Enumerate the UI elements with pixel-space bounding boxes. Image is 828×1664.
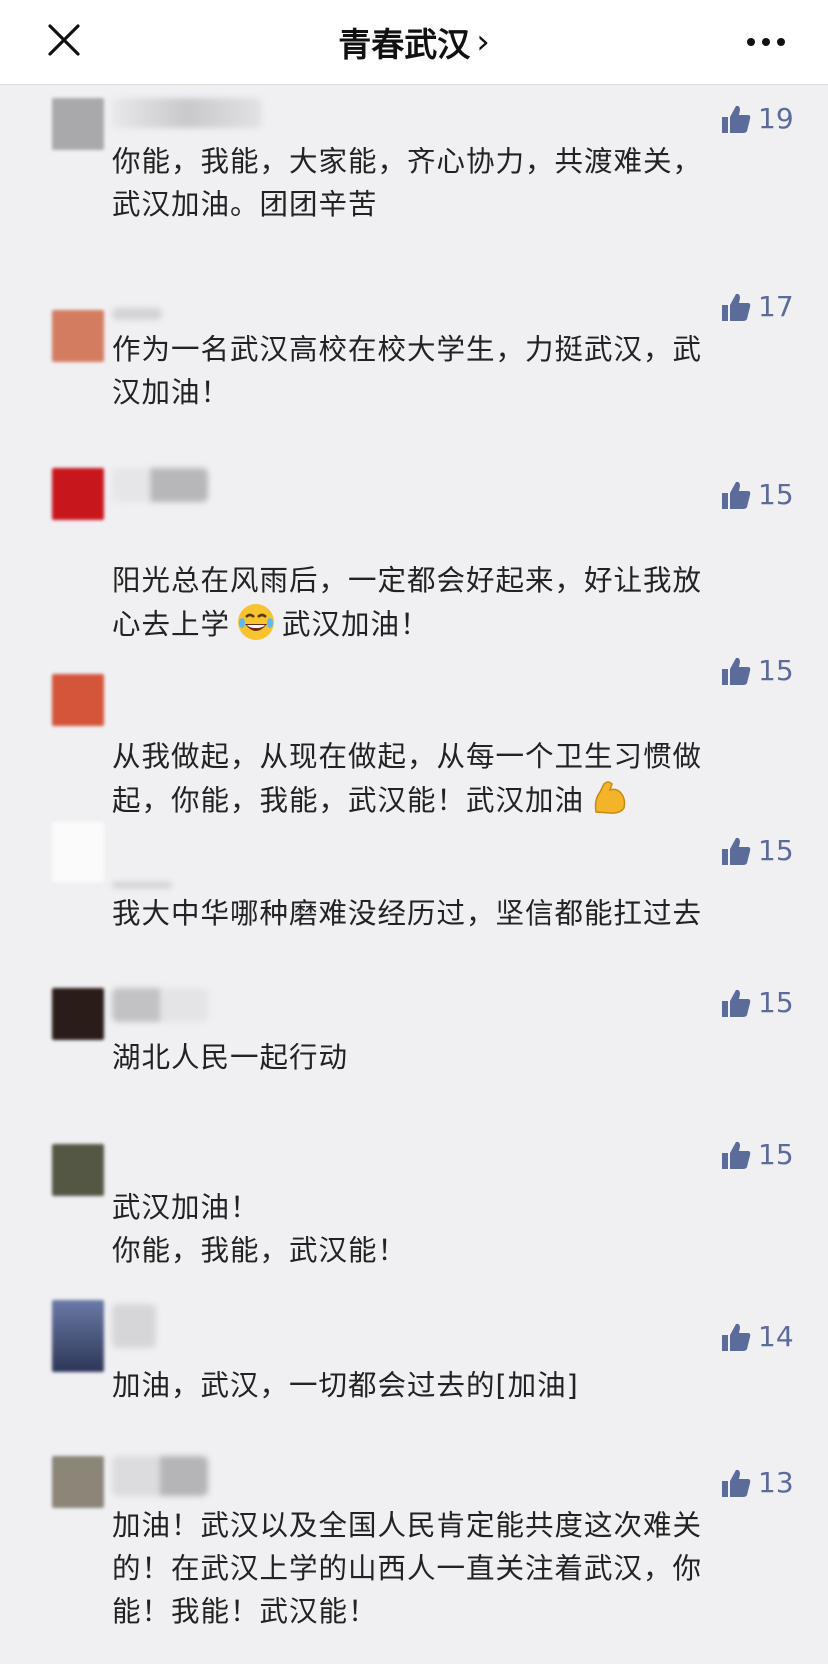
like-button[interactable]: 14 (720, 1320, 794, 1353)
thumbs-up-icon (722, 657, 751, 685)
avatar[interactable] (52, 1456, 104, 1508)
like-button[interactable]: 13 (720, 1466, 794, 1499)
username-blurred (112, 468, 208, 502)
username-blurred (112, 1304, 156, 1348)
like-count: 13 (758, 1466, 794, 1499)
thumbs-up-icon (722, 293, 751, 321)
like-count: 15 (758, 478, 794, 511)
thumbs-up-icon (722, 989, 751, 1017)
username-blurred (112, 988, 208, 1022)
comment-text: 你能，我能，大家能，齐心协力，共渡难关， 武汉加油。团团辛苦 (112, 145, 703, 221)
like-count: 15 (758, 654, 794, 687)
thumbs-up-icon (722, 1323, 751, 1351)
like-count: 17 (758, 290, 794, 323)
like-button[interactable]: 15 (720, 986, 794, 1019)
thumbs-up-icon (722, 1141, 751, 1169)
flexed-biceps-emoji-icon (594, 781, 626, 814)
thumbs-up-icon (722, 1469, 751, 1497)
more-icon[interactable] (742, 24, 790, 60)
like-button[interactable]: 19 (720, 102, 794, 135)
like-button[interactable]: 15 (720, 478, 794, 511)
avatar[interactable] (52, 468, 104, 520)
comment-text: 加油！武汉以及全国人民肯定能共度这次难关 的！在武汉上学的山西人一直关注着武汉，… (112, 1509, 703, 1628)
avatar[interactable] (52, 1144, 104, 1196)
like-count: 15 (758, 1138, 794, 1171)
like-count: 15 (758, 834, 794, 867)
like-count: 19 (758, 102, 794, 135)
avatar[interactable] (52, 988, 104, 1040)
comment-text: 武汉加油！ 你能，我能，武汉能！ (112, 1191, 408, 1267)
username-blurred (112, 882, 172, 888)
avatar[interactable] (52, 1300, 104, 1372)
comment-text: 从我做起，从现在做起，从每一个卫生习惯做 起，你能，我能，武汉能！武汉加油 (112, 740, 703, 817)
close-icon[interactable] (46, 22, 82, 58)
thumbs-up-icon (722, 481, 751, 509)
like-count: 14 (758, 1320, 794, 1353)
like-button[interactable]: 17 (720, 290, 794, 323)
username-blurred (112, 308, 162, 320)
username-blurred (112, 1456, 208, 1496)
chevron-right-icon: › (476, 22, 490, 62)
avatar[interactable] (52, 310, 104, 362)
avatar[interactable] (52, 674, 104, 726)
like-button[interactable]: 15 (720, 834, 794, 867)
comment-text: 作为一名武汉高校在校大学生，力挺武汉，武 汉加油！ (112, 333, 703, 409)
comment-text: 阳光总在风雨后，一定都会好起来，好让我放 心去上学 武汉加油！ (112, 564, 703, 641)
avatar[interactable] (52, 822, 104, 882)
like-button[interactable]: 15 (720, 654, 794, 687)
comment-text: 我大中华哪种磨难没经历过，坚信都能扛过去 (112, 897, 703, 930)
like-button[interactable]: 15 (720, 1138, 794, 1171)
page-title: 青春武汉 (338, 25, 471, 64)
comment-text: 湖北人民一起行动 (112, 1041, 349, 1074)
avatar[interactable] (52, 98, 104, 150)
username-blurred (112, 98, 262, 128)
laughing-crying-emoji-icon (238, 604, 275, 640)
thumbs-up-icon (722, 837, 751, 865)
account-title-link[interactable]: 青春武汉 › (338, 18, 490, 66)
thumbs-up-icon (722, 105, 751, 133)
top-bar: 青春武汉 › (0, 0, 828, 85)
like-count: 15 (758, 986, 794, 1019)
comment-text: 加油，武汉，一切都会过去的[加油] (112, 1369, 579, 1402)
